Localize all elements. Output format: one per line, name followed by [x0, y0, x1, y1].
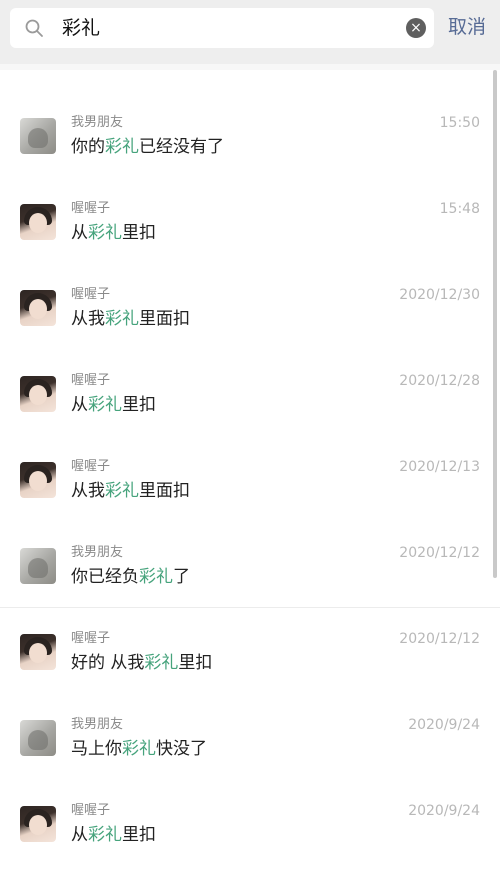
result-item[interactable]: 喔喔子 2020/12/28 从彩礼里扣 [0, 350, 500, 436]
message-text: 从彩礼里扣 [71, 223, 156, 243]
avatar [20, 548, 56, 584]
results-list: 我男朋友 15:50 你的彩礼已经没有了 喔喔子 15:48 从彩礼里扣 喔喔子… [0, 70, 500, 866]
sender-name: 我男朋友 [71, 717, 124, 732]
highlight-keyword: 彩礼 [105, 137, 139, 157]
highlight-keyword: 彩礼 [105, 309, 139, 329]
result-item[interactable]: 我男朋友 2020/12/12 你已经负彩礼了 [0, 522, 500, 608]
message-time: 2020/12/12 [399, 631, 480, 647]
result-item[interactable]: 喔喔子 15:48 从彩礼里扣 [0, 178, 500, 264]
avatar [20, 290, 56, 326]
avatar [20, 720, 56, 756]
sender-name: 喔喔子 [71, 287, 111, 302]
highlight-keyword: 彩礼 [139, 567, 173, 587]
avatar [20, 376, 56, 412]
avatar [20, 462, 56, 498]
highlight-keyword: 彩礼 [122, 739, 156, 759]
search-header: 彩礼 × 取消 [0, 0, 500, 64]
message-time: 2020/12/13 [399, 459, 480, 475]
cancel-button[interactable]: 取消 [448, 15, 486, 39]
message-text: 好的 从我彩礼里扣 [71, 653, 213, 673]
clear-search-icon[interactable]: × [406, 18, 426, 38]
sender-name: 喔喔子 [71, 631, 111, 646]
message-text: 你的彩礼已经没有了 [71, 137, 224, 157]
message-time: 2020/12/12 [399, 545, 480, 561]
highlight-keyword: 彩礼 [88, 825, 122, 845]
message-text: 马上你彩礼快没了 [71, 739, 207, 759]
result-item[interactable]: 我男朋友 15:50 你的彩礼已经没有了 [0, 70, 500, 178]
sender-name: 喔喔子 [71, 373, 111, 388]
sender-name: 喔喔子 [71, 459, 111, 474]
search-box[interactable]: 彩礼 × [10, 8, 434, 48]
highlight-keyword: 彩礼 [144, 653, 179, 673]
result-item[interactable]: 喔喔子 2020/9/24 从彩礼里扣 [0, 780, 500, 866]
result-item[interactable]: 我男朋友 2020/9/24 马上你彩礼快没了 [0, 694, 500, 780]
message-time: 2020/12/30 [399, 287, 480, 303]
message-text: 从彩礼里扣 [71, 825, 156, 845]
result-item[interactable]: 喔喔子 2020/12/30 从我彩礼里面扣 [0, 264, 500, 350]
avatar [20, 634, 56, 670]
result-item[interactable]: 喔喔子 2020/12/12 好的 从我彩礼里扣 [0, 608, 500, 694]
search-icon [25, 19, 43, 37]
message-time: 15:48 [439, 201, 480, 217]
highlight-keyword: 彩礼 [105, 481, 139, 501]
sender-name: 我男朋友 [71, 545, 124, 560]
message-time: 2020/9/24 [408, 803, 480, 819]
search-input[interactable]: 彩礼 [62, 16, 100, 40]
message-time: 2020/12/28 [399, 373, 480, 389]
message-time: 2020/9/24 [408, 717, 480, 733]
message-text: 从彩礼里扣 [71, 395, 156, 415]
message-time: 15:50 [439, 115, 480, 131]
avatar [20, 806, 56, 842]
result-item[interactable]: 喔喔子 2020/12/13 从我彩礼里面扣 [0, 436, 500, 522]
highlight-keyword: 彩礼 [88, 223, 122, 243]
sender-name: 喔喔子 [71, 201, 111, 216]
sender-name: 喔喔子 [71, 803, 111, 818]
message-text: 你已经负彩礼了 [71, 567, 190, 587]
avatar [20, 204, 56, 240]
avatar [20, 118, 56, 154]
message-text: 从我彩礼里面扣 [71, 481, 190, 501]
sender-name: 我男朋友 [71, 115, 124, 130]
highlight-keyword: 彩礼 [88, 395, 122, 415]
message-text: 从我彩礼里面扣 [71, 309, 190, 329]
scrollbar[interactable] [493, 70, 497, 578]
